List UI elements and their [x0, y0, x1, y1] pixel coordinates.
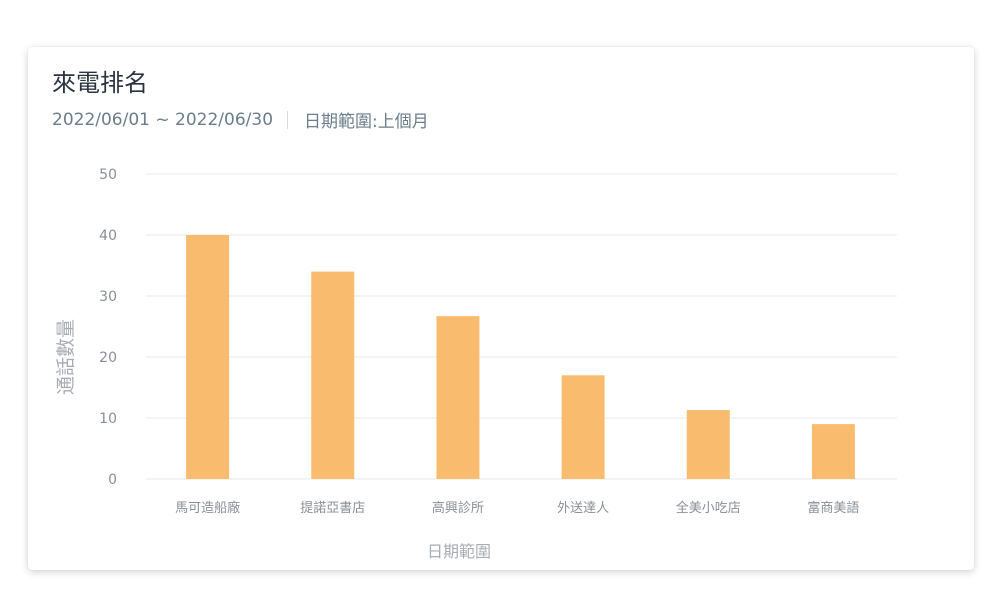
bar[interactable] — [436, 316, 480, 479]
y-tick-label: 50 — [99, 167, 117, 183]
x-axis-title: 日期範圍 — [427, 542, 491, 561]
bar-chart: 01020304050 馬可造船廠 提諾亞書店 高興診所 外送達人 全美小吃店 富商美語 … — [55, 167, 897, 561]
x-tick-label: 外送達人 — [557, 501, 609, 516]
x-tick-label: 富商美語 — [807, 500, 859, 516]
bar[interactable] — [186, 235, 230, 479]
y-axis-title: 通話數量 — [55, 319, 77, 395]
y-tick-label: 0 — [108, 472, 117, 488]
x-tick-labels: 馬可造船廠 提諾亞書店 高興診所 外送達人 全美小吃店 富商美語 — [175, 500, 859, 516]
bar[interactable] — [561, 375, 605, 479]
bar[interactable] — [686, 410, 730, 479]
x-tick-label: 高興診所 — [432, 500, 484, 516]
bar[interactable] — [811, 424, 855, 479]
y-tick-labels: 0 10 20 30 40 50 — [99, 167, 117, 488]
y-tick-label: 10 — [99, 411, 117, 427]
x-tick-label: 提諾亞書店 — [300, 500, 365, 516]
y-tick-label: 20 — [99, 350, 117, 366]
y-tick-label: 40 — [99, 228, 117, 244]
x-tick-label: 全美小吃店 — [676, 500, 741, 516]
x-tick-label: 馬可造船廠 — [175, 500, 240, 516]
y-tick-label: 30 — [99, 289, 117, 305]
bar[interactable] — [311, 271, 355, 479]
grid-lines — [146, 173, 897, 480]
